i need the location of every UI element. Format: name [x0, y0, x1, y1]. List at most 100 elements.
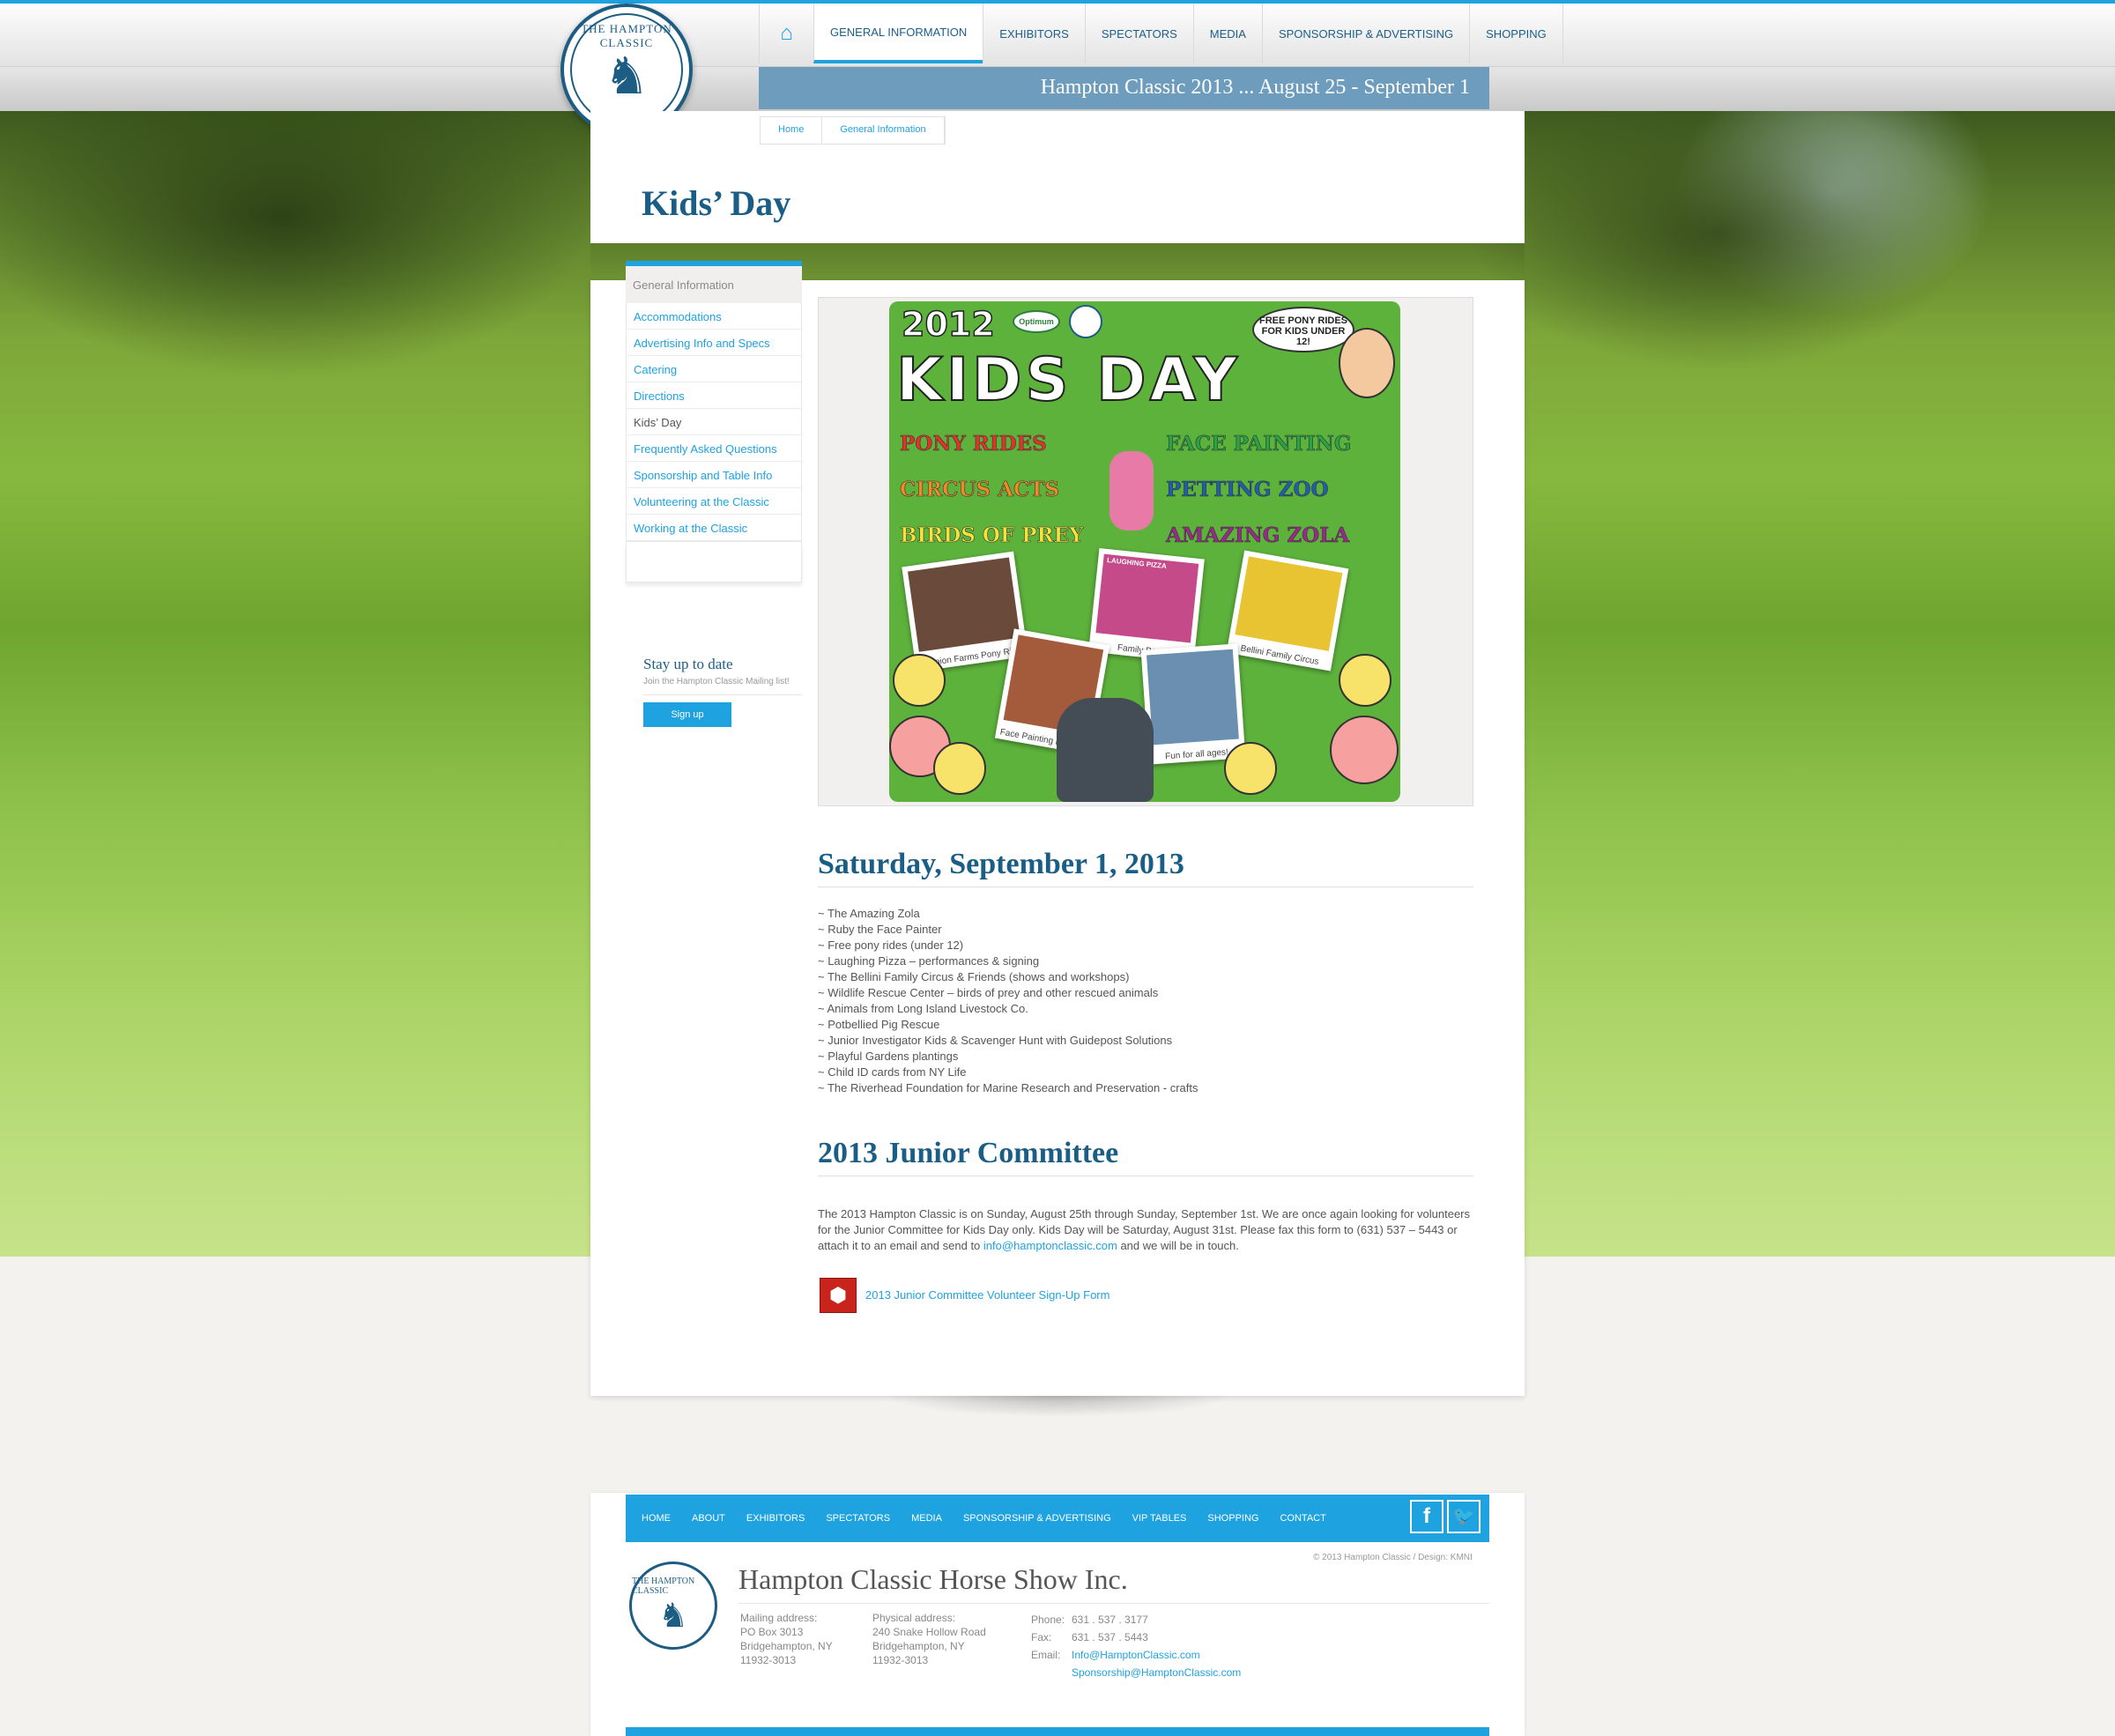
poster-act-petting-zoo: PETTING ZOO: [1166, 478, 1329, 502]
footer-nav: HOME ABOUT EXHIBITORS SPECTATORS MEDIA S…: [626, 1495, 1489, 1542]
footer-nav-home[interactable]: HOME: [642, 1513, 671, 1524]
sidebar-item-accommodations[interactable]: Accommodations: [627, 303, 801, 330]
address-label: Physical address:: [872, 1612, 956, 1624]
activity-list: ~ The Amazing Zola ~ Ruby the Face Paint…: [818, 906, 1198, 1096]
footer-nav-vip-tables[interactable]: VIP TABLES: [1132, 1513, 1187, 1524]
list-item: ~ Animals from Long Island Livestock Co.: [818, 1002, 1028, 1015]
poster-act-amazing-zola: AMAZING ZOLA: [1166, 523, 1350, 548]
footer-nav-exhibitors[interactable]: EXHIBITORS: [746, 1513, 805, 1524]
poster-speech-bubble: FREE PONY RIDES FOR KIDS UNDER 12!: [1252, 307, 1354, 352]
poster-act-birds-of-prey: BIRDS OF PREY: [900, 523, 1084, 548]
nav-home-button[interactable]: ⌂: [759, 4, 813, 63]
sidebar-item-directions[interactable]: Directions: [627, 382, 801, 409]
newsletter-title: Stay up to date: [643, 656, 733, 672]
kids-day-poster-frame: 2012 Optimum FREE PONY RIDES FOR KIDS UN…: [818, 297, 1473, 806]
swing-girl-image: [1109, 451, 1154, 530]
sidebar-item-catering[interactable]: Catering: [627, 356, 801, 382]
footer-nav-sponsorship[interactable]: SPONSORSHIP & ADVERTISING: [963, 1513, 1111, 1524]
fax-label: Fax:: [1031, 1631, 1052, 1643]
cartoon-kid: [933, 742, 986, 795]
address-line: 11932-3013: [740, 1654, 797, 1666]
list-item: ~ The Bellini Family Circus & Friends (s…: [818, 970, 1130, 983]
laughing-pizza-sign: LAUGHING PIZZA: [1106, 556, 1168, 571]
llama-image: [1057, 698, 1154, 802]
horse-rider-icon: ♞: [657, 1597, 689, 1635]
nav-shopping[interactable]: SHOPPING: [1469, 4, 1563, 63]
breadcrumb-general-information[interactable]: General Information: [822, 117, 945, 144]
list-item: ~ Junior Investigator Kids & Scavenger H…: [818, 1034, 1173, 1047]
phone-number: 631 . 537 . 3177: [1072, 1614, 1148, 1626]
sidebar-item-faq[interactable]: Frequently Asked Questions: [627, 435, 801, 462]
footer-nav-contact[interactable]: CONTACT: [1280, 1513, 1325, 1524]
list-item: ~ Free pony rides (under 12): [818, 938, 964, 952]
list-item: ~ Playful Gardens plantings: [818, 1050, 959, 1063]
footer-nav-spectators[interactable]: SPECTATORS: [826, 1513, 890, 1524]
cartoon-kid: [1339, 654, 1391, 707]
page-title: Kids’ Day: [642, 183, 791, 223]
sidebar-item-volunteering[interactable]: Volunteering at the Classic: [627, 488, 801, 515]
newsletter-text: Join the Hampton Classic Mailing list!: [643, 677, 802, 695]
breadcrumb-home[interactable]: Home: [761, 117, 823, 144]
poster-act-face-painting: FACE PAINTING: [1166, 432, 1352, 456]
address-line: 11932-3013: [872, 1654, 929, 1666]
cartoon-kid-face: [1339, 328, 1395, 398]
list-item: ~ Ruby the Face Painter: [818, 923, 942, 936]
signup-button[interactable]: Sign up: [643, 702, 731, 727]
sponsorship-email-link[interactable]: Sponsorship@HamptonClassic.com: [1072, 1666, 1241, 1679]
footer-logo[interactable]: THE HAMPTON CLASSIC ♞: [629, 1562, 717, 1650]
list-item: ~ The Amazing Zola: [818, 907, 920, 920]
nav-general-information[interactable]: GENERAL INFORMATION: [813, 4, 983, 63]
sidebar-item-kids-day[interactable]: Kids’ Day: [627, 409, 801, 435]
footer-nav-about[interactable]: ABOUT: [692, 1513, 725, 1524]
kids-day-poster: 2012 Optimum FREE PONY RIDES FOR KIDS UN…: [889, 301, 1400, 802]
info-email-link[interactable]: Info@HamptonClassic.com: [1072, 1649, 1200, 1661]
physical-address: Physical address: 240 Snake Hollow Road …: [872, 1611, 986, 1667]
sidebar-list: Accommodations Advertising Info and Spec…: [626, 303, 802, 542]
footer-logo-text: THE HAMPTON CLASSIC: [632, 1576, 695, 1596]
cartoon-kid: [1330, 716, 1399, 784]
company-name: Hampton Classic Horse Show Inc.: [738, 1563, 1489, 1604]
section-heading-saturday: Saturday, September 1, 2013: [818, 848, 1473, 887]
email-link[interactable]: info@hamptonclassic.com: [983, 1239, 1117, 1252]
signup-form-link[interactable]: 2013 Junior Committee Volunteer Sign-Up …: [865, 1288, 1109, 1302]
poster-act-circus-acts: CIRCUS ACTS: [900, 478, 1060, 502]
paragraph-text: and we will be in touch.: [1117, 1239, 1239, 1252]
photo-fun-for-all: Fun for all ages!: [1140, 643, 1246, 765]
address-line: Bridgehampton, NY: [872, 1640, 965, 1652]
section-heading-junior-committee: 2013 Junior Committee: [818, 1137, 1473, 1176]
sidebar-item-sponsorship[interactable]: Sponsorship and Table Info: [627, 462, 801, 488]
cartoon-kid: [1224, 742, 1277, 795]
breadcrumb: Home General Information: [760, 116, 946, 145]
junior-committee-paragraph: The 2013 Hampton Classic is on Sunday, A…: [818, 1206, 1473, 1254]
nav-exhibitors[interactable]: EXHIBITORS: [983, 4, 1085, 63]
contact-info: Phone: 631 . 537 . 3177 Fax: 631 . 537 . 5…: [1031, 1611, 1241, 1681]
nav-sponsorship[interactable]: SPONSORSHIP & ADVERTISING: [1261, 4, 1469, 63]
email-label: Email:: [1031, 1649, 1061, 1661]
optimum-logo-text: Optimum: [1019, 317, 1054, 326]
sidebar-item-working[interactable]: Working at the Classic: [627, 515, 801, 541]
footer-nav-shopping[interactable]: SHOPPING: [1207, 1513, 1258, 1524]
pdf-icon[interactable]: ⬢: [820, 1278, 857, 1313]
fax-number: 631 . 537 . 5443: [1072, 1631, 1148, 1643]
address-line: PO Box 3013: [740, 1626, 804, 1638]
main-nav: ⌂ GENERAL INFORMATION EXHIBITORS SPECTAT…: [759, 4, 1563, 63]
nav-media[interactable]: MEDIA: [1192, 4, 1262, 63]
footer-bottom-bar: [626, 1727, 1489, 1736]
sidebar-nav: General Information Accommodations Adver…: [626, 261, 802, 582]
logo-ring: THE HAMPTON CLASSIC ♞: [570, 13, 683, 126]
home-icon: ⌂: [780, 21, 793, 45]
sidebar-item-advertising[interactable]: Advertising Info and Specs: [627, 330, 801, 356]
nav-spectators[interactable]: SPECTATORS: [1084, 4, 1193, 63]
phone-label: Phone:: [1031, 1614, 1065, 1626]
footer-nav-media[interactable]: MEDIA: [911, 1513, 942, 1524]
panel-bottom-shadow: [881, 1396, 1234, 1417]
horse-rider-icon: ♞: [604, 48, 649, 105]
poster-title: KIDS DAY: [895, 345, 1241, 416]
poster-act-pony-rides: PONY RIDES: [900, 432, 1047, 456]
facebook-icon[interactable]: f: [1410, 1500, 1443, 1533]
tagline-banner: Hampton Classic 2013 ... August 25 - Sep…: [759, 67, 1489, 109]
twitter-icon[interactable]: 🐦: [1447, 1500, 1480, 1533]
copyright: © 2013 Hampton Classic / Design: KMNI: [1313, 1553, 1473, 1562]
hampton-classic-seal: [1069, 305, 1102, 338]
list-item: ~ Potbellied Pig Rescue: [818, 1018, 940, 1031]
